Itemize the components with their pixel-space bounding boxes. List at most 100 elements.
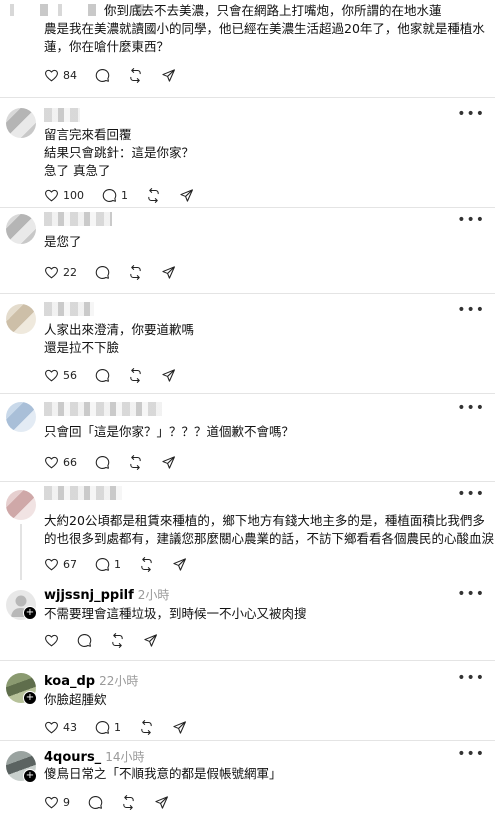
comment-text: 不需要理會這種垃圾，到時候一不小心又被肉搜 (44, 606, 307, 621)
more-icon[interactable]: ••• (457, 746, 485, 762)
reply-button[interactable] (95, 368, 110, 383)
like-button[interactable]: 100 (44, 188, 84, 203)
reply-button[interactable] (95, 68, 110, 83)
comment-post-3: ••• 是您了 22 (0, 208, 495, 294)
like-count: 9 (63, 795, 70, 809)
like-button[interactable]: 67 (44, 557, 77, 572)
reply-button[interactable]: 1 (95, 557, 121, 572)
reply-button[interactable] (95, 265, 110, 280)
username[interactable]: 4qours_ 14小時 (44, 748, 144, 765)
like-button[interactable]: 22 (44, 265, 77, 280)
reply-button[interactable] (77, 633, 92, 648)
comment-icon (95, 455, 110, 470)
share-button[interactable] (154, 795, 169, 810)
share-button[interactable] (172, 720, 187, 735)
reply-button[interactable] (88, 795, 103, 810)
repost-button[interactable] (110, 633, 125, 648)
follow-plus-icon[interactable]: + (23, 691, 37, 705)
like-count: 66 (63, 455, 77, 469)
repost-button[interactable] (139, 720, 154, 735)
repost-button[interactable] (121, 795, 136, 810)
reply-button[interactable] (95, 455, 110, 470)
blurred-username[interactable] (44, 212, 112, 226)
reply-button[interactable]: 1 (95, 720, 121, 735)
reply-count: 1 (114, 557, 121, 571)
follow-plus-icon[interactable]: + (23, 769, 37, 783)
share-button[interactable] (172, 557, 187, 572)
repost-button[interactable] (128, 68, 143, 83)
share-icon (172, 720, 187, 735)
like-count: 56 (63, 368, 77, 382)
username[interactable]: wjjssnj_ppilf 2小時 (44, 586, 169, 603)
blurred-username[interactable] (44, 302, 94, 316)
action-bar: 67 1 (44, 555, 205, 573)
like-count: 43 (63, 720, 77, 734)
share-button[interactable] (179, 188, 194, 203)
heart-icon (44, 265, 59, 280)
blurred-username[interactable] (44, 402, 162, 416)
reply-button[interactable]: 1 (102, 188, 128, 203)
comment-icon (95, 68, 110, 83)
share-icon (161, 455, 176, 470)
post-time: 2小時 (137, 588, 170, 602)
like-button[interactable]: 43 (44, 720, 77, 735)
share-button[interactable] (161, 368, 176, 383)
avatar[interactable] (6, 108, 36, 138)
repost-icon (128, 368, 143, 383)
comment-post-8: + koa_dp 22小時 ••• 你臉超腫欸 43 1 (0, 661, 495, 741)
comment-post-4: ••• 人家出來澄清，你要道歉嗎 還是拉不下臉 56 (0, 294, 495, 394)
like-count: 67 (63, 557, 77, 571)
more-icon[interactable]: ••• (457, 106, 485, 122)
comment-text: 傻鳥日常之「不順我意的都是假帳號網軍」 (44, 766, 282, 781)
more-icon[interactable]: ••• (457, 586, 485, 602)
repost-button[interactable] (128, 368, 143, 383)
like-button[interactable] (44, 633, 59, 648)
repost-button[interactable] (128, 455, 143, 470)
blurred-username[interactable] (44, 486, 122, 500)
share-icon (143, 633, 158, 648)
repost-icon (128, 68, 143, 83)
username[interactable]: koa_dp 22小時 (44, 672, 138, 689)
share-button[interactable] (143, 633, 158, 648)
reply-count: 1 (121, 188, 128, 202)
heart-icon (44, 795, 59, 810)
comment-text: 人家出來澄清，你要道歉嗎 還是拉不下臉 (44, 322, 195, 355)
post-time: 22小時 (99, 674, 139, 688)
like-button[interactable]: 84 (44, 68, 77, 83)
like-button[interactable]: 9 (44, 795, 70, 810)
repost-button[interactable] (128, 265, 143, 280)
comment-icon (77, 633, 92, 648)
share-button[interactable] (161, 455, 176, 470)
more-icon[interactable]: ••• (457, 670, 485, 686)
share-button[interactable] (161, 265, 176, 280)
like-button[interactable]: 66 (44, 455, 77, 470)
share-icon (161, 68, 176, 83)
post-time: 14小時 (105, 750, 145, 764)
more-icon[interactable]: ••• (457, 400, 485, 416)
avatar[interactable] (6, 490, 36, 520)
repost-icon (128, 265, 143, 280)
repost-button[interactable] (139, 557, 154, 572)
share-icon (161, 265, 176, 280)
follow-plus-icon[interactable]: + (23, 606, 37, 620)
comment-text: 留言完來看回覆 結果只會跳針：這是你家？ 急了 真急了 (44, 127, 195, 178)
avatar[interactable] (6, 214, 36, 244)
more-icon[interactable]: ••• (457, 212, 485, 228)
repost-button[interactable] (146, 188, 161, 203)
like-count: 84 (63, 68, 77, 82)
thread-line (20, 524, 22, 580)
avatar[interactable] (6, 304, 36, 334)
comment-icon (95, 368, 110, 383)
more-icon[interactable]: ••• (457, 486, 485, 502)
avatar[interactable] (6, 402, 36, 432)
share-button[interactable] (161, 68, 176, 83)
comment-icon (102, 188, 117, 203)
heart-icon (44, 633, 59, 648)
comment-post-9: + 4qours_ 14小時 ••• 傻鳥日常之「不順我意的都是假帳號網軍」 9 (0, 741, 495, 826)
more-icon[interactable]: ••• (457, 302, 485, 318)
like-button[interactable]: 56 (44, 368, 77, 383)
heart-icon (44, 68, 59, 83)
blurred-username[interactable] (44, 108, 80, 122)
action-bar (44, 631, 176, 649)
like-count: 22 (63, 265, 77, 279)
